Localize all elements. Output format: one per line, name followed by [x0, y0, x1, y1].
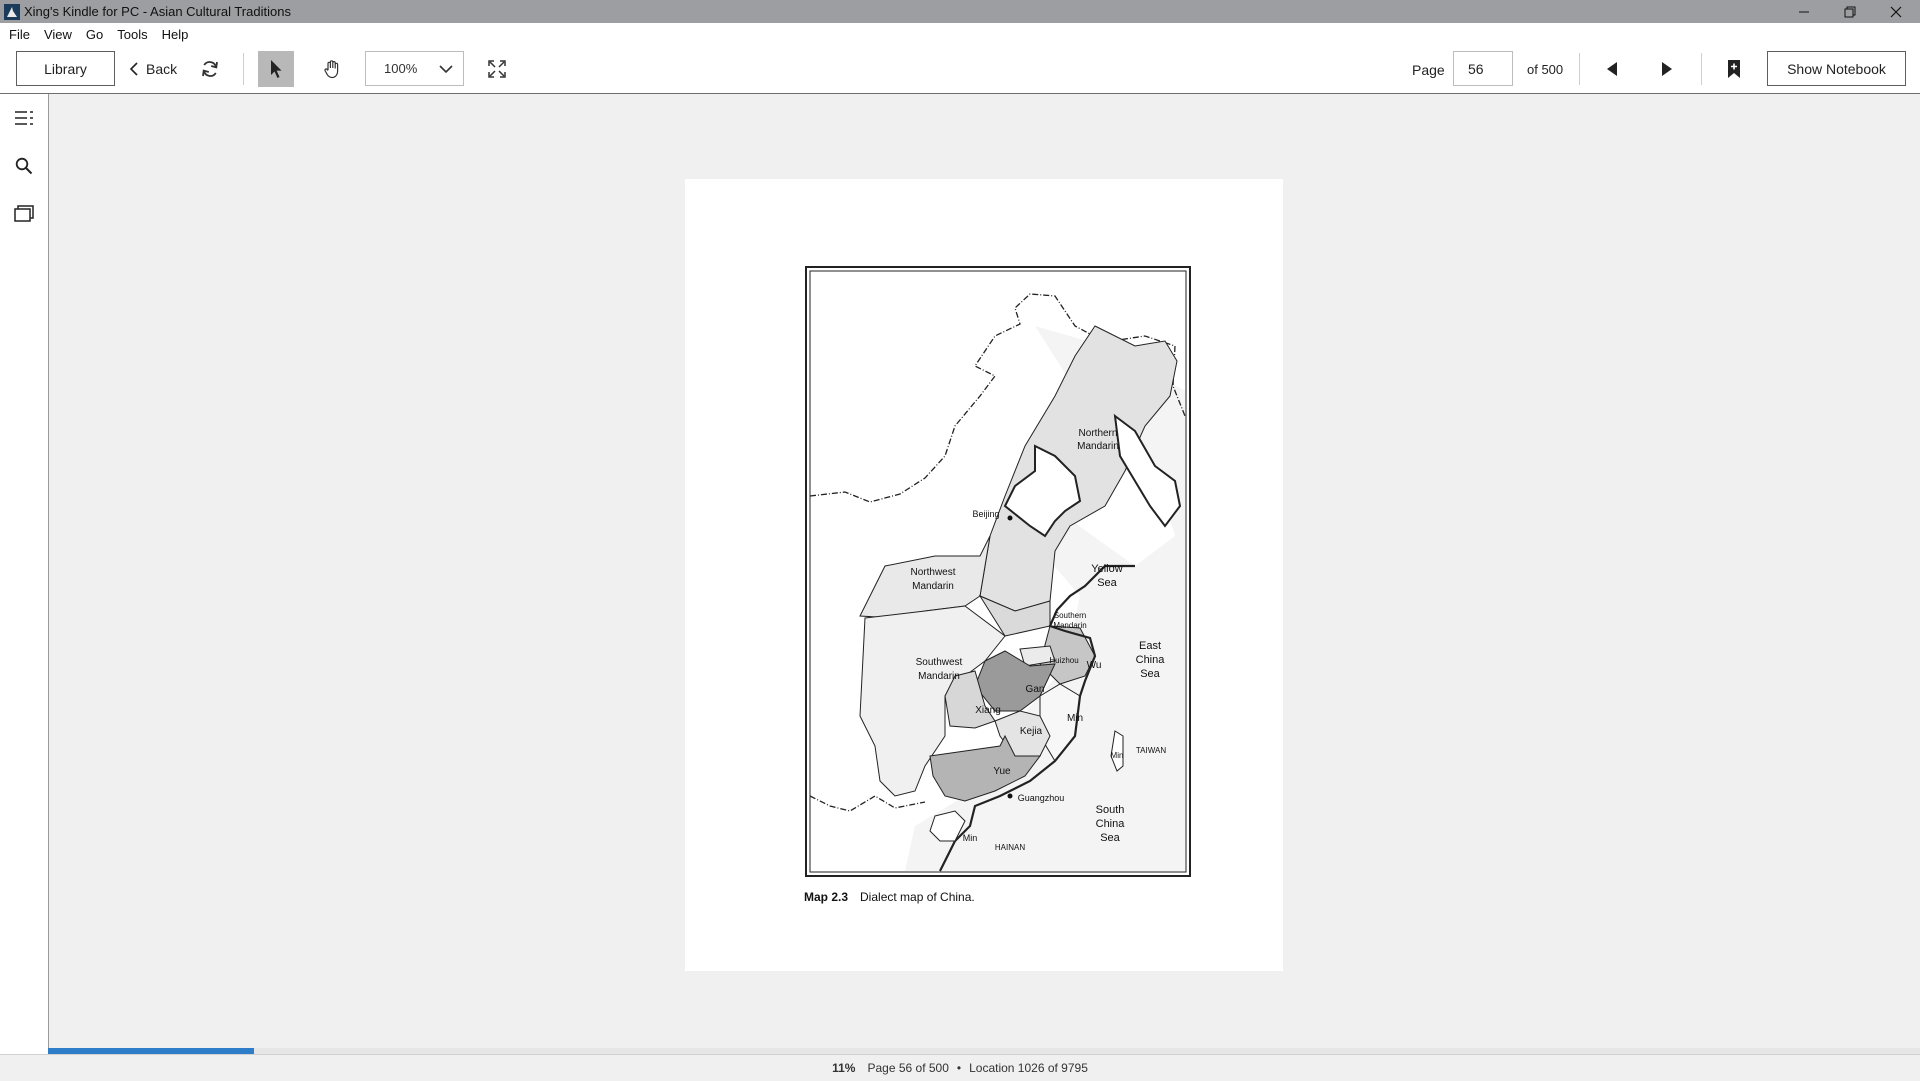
- map-label-huizhou: Huizhou: [1049, 656, 1078, 665]
- menu-help[interactable]: Help: [162, 27, 189, 42]
- fullscreen-icon: [488, 60, 506, 78]
- map-label-hainan: HAINAN: [995, 843, 1025, 852]
- zoom-select[interactable]: 100%: [365, 51, 464, 86]
- chevron-down-icon: [439, 64, 453, 73]
- search-icon: [15, 157, 33, 175]
- progress-percent: 11%: [832, 1061, 856, 1075]
- map-label-min: Min: [1067, 713, 1083, 724]
- table-of-contents-icon: [15, 111, 33, 125]
- chevron-left-icon: [129, 61, 138, 76]
- toolbar: Library Back 100% Page 56 of 500 Show No…: [0, 45, 1920, 94]
- map-label-northwest-mandarin-2: Mandarin: [912, 581, 954, 592]
- bookmark-button[interactable]: [1716, 51, 1752, 87]
- map-label-yellow-sea: Yellow: [1091, 563, 1122, 575]
- map-label-northern-mandarin-2: Mandarin: [1077, 441, 1119, 452]
- back-button[interactable]: Back: [128, 51, 177, 86]
- dialect-map: Northern Mandarin Northwest Mandarin Sou…: [805, 266, 1191, 877]
- page-label: Page: [1412, 62, 1445, 78]
- title-bar: Xing's Kindle for PC - Asian Cultural Tr…: [0, 0, 1920, 23]
- map-label-east-china-sea: East: [1139, 640, 1161, 652]
- status-separator: •: [956, 1061, 962, 1075]
- map-label-northwest-mandarin: Northwest: [910, 567, 955, 578]
- table-of-contents-button[interactable]: [10, 104, 38, 132]
- hand-icon: [324, 60, 339, 79]
- map-label-beijing: Beijing: [972, 509, 999, 519]
- sync-button[interactable]: [192, 51, 228, 87]
- page-total-label: of 500: [1527, 62, 1564, 77]
- status-bar: 11% Page 56 of 500 • Location 1026 of 97…: [0, 1054, 1920, 1081]
- triangle-right-icon: [1662, 62, 1672, 76]
- map-label-south-china-sea: South: [1096, 804, 1125, 816]
- previous-page-button[interactable]: [1594, 51, 1630, 87]
- library-button[interactable]: Library: [16, 51, 115, 86]
- cursor-arrow-icon: [271, 60, 282, 78]
- map-label-southwest-mandarin-2: Mandarin: [918, 671, 960, 682]
- show-notebook-button[interactable]: Show Notebook: [1767, 51, 1906, 86]
- zoom-value: 100%: [384, 61, 418, 76]
- next-page-button[interactable]: [1649, 51, 1685, 87]
- menu-file[interactable]: File: [9, 27, 30, 42]
- close-icon: [1890, 6, 1902, 17]
- map-label-east-china-sea-2: China: [1136, 654, 1166, 666]
- page-info: Page 56 of 500: [867, 1061, 949, 1075]
- map-label-gan: Gan: [1026, 684, 1045, 695]
- triangle-left-icon: [1607, 62, 1617, 76]
- hand-tool-button[interactable]: [314, 51, 350, 87]
- window-title: Xing's Kindle for PC - Asian Cultural Tr…: [24, 4, 291, 19]
- select-tool-button[interactable]: [258, 51, 294, 87]
- page-number-input[interactable]: 56: [1453, 51, 1513, 86]
- menu-view[interactable]: View: [44, 27, 72, 42]
- toolbar-divider: [243, 53, 244, 85]
- map-label-northern-mandarin: Northern: [1079, 428, 1118, 439]
- restore-icon: [1844, 6, 1856, 17]
- caption-text: Dialect map of China.: [860, 890, 975, 904]
- close-button[interactable]: [1873, 0, 1919, 23]
- map-label-yue: Yue: [993, 766, 1011, 777]
- sync-icon: [202, 61, 218, 77]
- map-label-yellow-sea-2: Sea: [1097, 577, 1117, 589]
- flashcards-button[interactable]: [10, 200, 38, 228]
- map-label-min-hainan: Min: [963, 833, 978, 843]
- map-label-guangzhou: Guangzhou: [1018, 793, 1065, 803]
- caption-label: Map 2.3: [804, 890, 849, 904]
- location-info: Location 1026 of 9795: [969, 1061, 1088, 1075]
- search-button[interactable]: [10, 152, 38, 180]
- kindle-app-icon: [4, 3, 20, 20]
- toolbar-divider: [1701, 53, 1702, 85]
- menu-bar: File View Go Tools Help: [0, 23, 1920, 45]
- restore-button[interactable]: [1827, 0, 1873, 23]
- map-label-wu: Wu: [1087, 660, 1102, 671]
- left-sidebar: [0, 94, 49, 1054]
- map-label-taiwan: TAIWAN: [1136, 746, 1166, 755]
- map-label-south-china-sea-3: Sea: [1100, 832, 1120, 844]
- map-label-southwest-mandarin: Southwest: [916, 657, 963, 668]
- fullscreen-button[interactable]: [479, 51, 515, 87]
- map-label-east-china-sea-3: Sea: [1140, 668, 1160, 680]
- figure-caption: Map 2.3 Dialect map of China.: [804, 890, 975, 904]
- map-label-south-china-sea-2: China: [1096, 818, 1126, 830]
- map-label-min-taiwan: Min: [1111, 751, 1124, 760]
- minimize-button[interactable]: [1781, 0, 1827, 23]
- menu-go[interactable]: Go: [86, 27, 103, 42]
- back-label: Back: [146, 60, 178, 77]
- map-label-kejia: Kejia: [1020, 726, 1043, 737]
- map-label-southern-mandarin-2: Mandarin: [1053, 621, 1086, 630]
- minimize-icon: [1799, 11, 1809, 12]
- menu-tools[interactable]: Tools: [117, 27, 147, 42]
- toolbar-divider: [1579, 53, 1580, 85]
- flashcards-icon: [14, 205, 34, 222]
- bookmark-add-icon: [1728, 60, 1740, 78]
- map-label-xiang: Xiang: [975, 705, 1001, 716]
- map-label-southern-mandarin: Southern: [1054, 611, 1086, 620]
